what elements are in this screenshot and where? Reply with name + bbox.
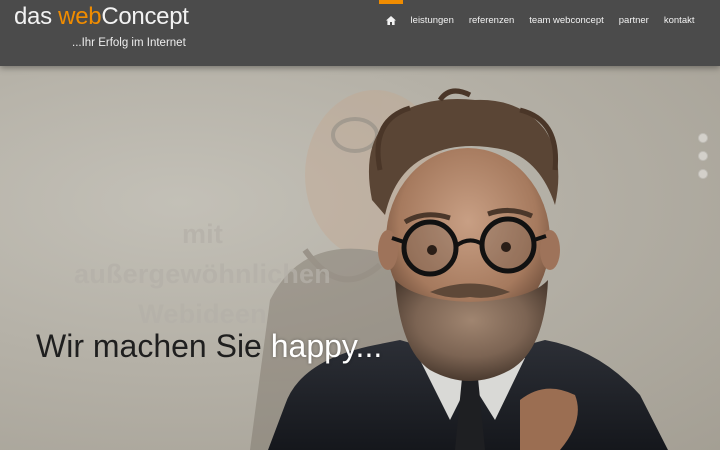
main-navigation: leistungen referenzen team webconcept pa… [379,0,702,40]
nav-item-referenzen[interactable]: referenzen [461,0,521,40]
logo-text-concept: Concept [101,3,189,30]
slider-dot-1[interactable] [698,133,708,143]
hero-subtitle: mit außergewöhnlichen Webideen [60,214,345,334]
logo-tagline: ...Ihr Erfolg im Internet [72,37,186,49]
slider-dot-2[interactable] [698,151,708,161]
logo-text-web: web [58,3,102,30]
home-icon [386,15,397,25]
hero-headline: Wir machen Sie happy... [36,328,382,365]
hero-banner: mit außergewöhnlichen Webideen Wir mache… [0,0,720,450]
hero-subtitle-line1: mit außergewöhnlichen [74,219,331,289]
slider-dot-3[interactable] [698,169,708,179]
nav-item-partner[interactable]: partner [611,0,656,40]
logo[interactable]: das webConcept ...Ihr Erfolg im Internet [14,3,189,55]
logo-wordmark: das webConcept [14,3,189,31]
slider-dots [698,133,710,187]
hero-headline-text: Wir machen Sie [36,328,271,364]
logo-text-das: das [14,3,59,30]
nav-item-leistungen[interactable]: leistungen [403,0,461,40]
nav-item-kontakt[interactable]: kontakt [656,0,702,40]
site-header: das webConcept ...Ihr Erfolg im Internet… [0,0,720,66]
hero-headline-highlight: happy... [270,328,383,364]
nav-item-team-webconcept[interactable]: team webconcept [522,0,611,40]
nav-home[interactable] [379,0,404,40]
